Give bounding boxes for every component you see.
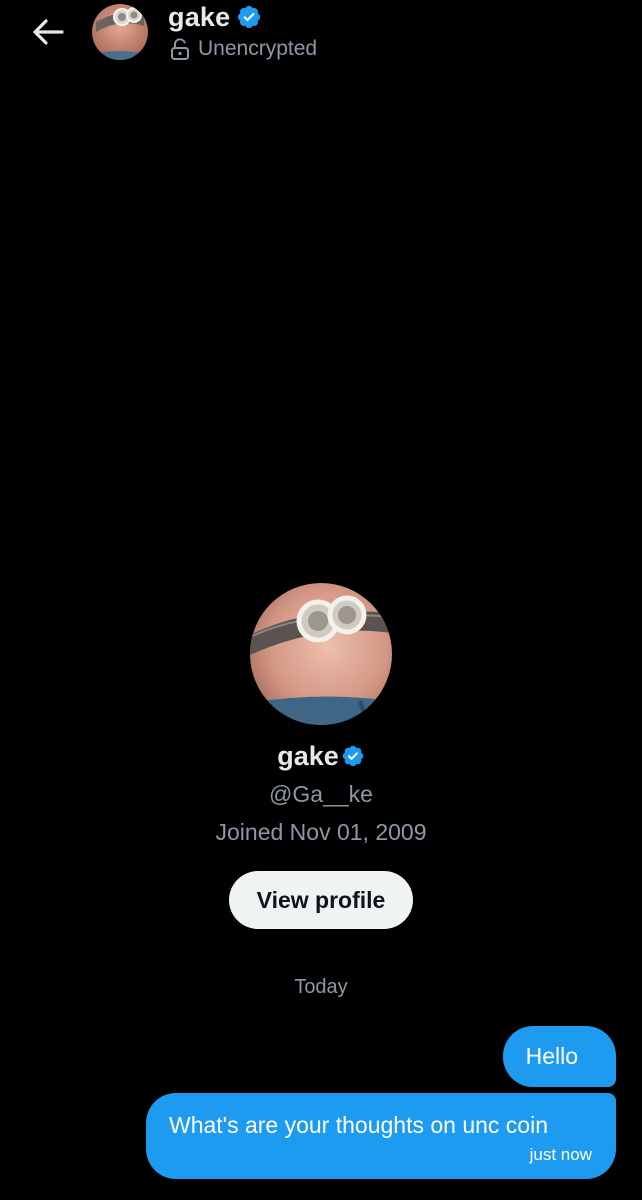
back-button[interactable] <box>28 12 68 52</box>
unlocked-lock-icon <box>171 38 189 60</box>
header-avatar[interactable] <box>92 4 148 60</box>
encryption-status: Unencrypted <box>170 36 317 62</box>
message-timestamp: just now <box>529 1145 592 1164</box>
profile-name: gake <box>277 740 339 771</box>
conversation-header: gake Unencrypted <box>0 0 642 80</box>
profile-card: gake @Ga__ke Joined Nov 01, 2009 View pr… <box>0 583 642 929</box>
view-profile-button[interactable]: View profile <box>228 871 414 929</box>
encryption-status-text: Unencrypted <box>198 37 318 60</box>
message-text: What's are your thoughts on unc coin <box>169 1112 548 1138</box>
date-separator: Today <box>294 976 348 998</box>
profile-avatar[interactable] <box>250 583 392 725</box>
profile-handle: @Ga__ke <box>269 781 373 807</box>
verified-badge-icon <box>238 5 261 29</box>
profile-name-row: gake <box>277 739 365 773</box>
message-bubble[interactable]: What's are your thoughts on unc coin jus… <box>146 1093 616 1179</box>
arrow-left-icon <box>33 19 64 45</box>
message-bubble[interactable]: Hello <box>502 1026 616 1087</box>
profile-joined-date: Joined Nov 01, 2009 <box>215 819 427 845</box>
verified-badge-icon <box>342 745 364 767</box>
header-username[interactable]: gake <box>168 2 230 33</box>
message-text: Hello <box>525 1043 578 1069</box>
header-name-row[interactable]: gake <box>168 0 262 34</box>
